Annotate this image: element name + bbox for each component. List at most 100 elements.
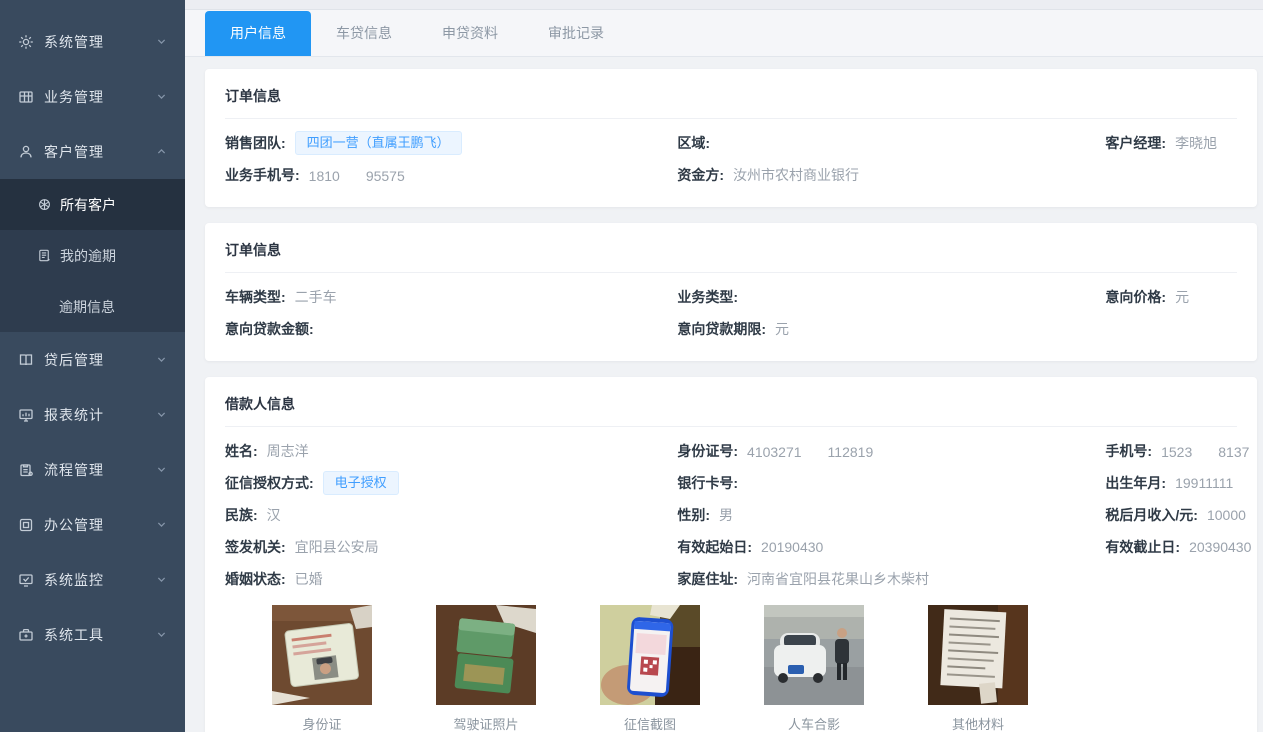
customer-manager-value: 李晓旭 bbox=[1175, 133, 1217, 153]
sidebar-item-label: 客户管理 bbox=[44, 142, 104, 162]
photo-item: 驾驶证照片 bbox=[436, 605, 536, 732]
region-label: 区域: bbox=[677, 133, 710, 153]
chevron-down-icon bbox=[156, 36, 167, 47]
sidebar: 系统管理 业务管理 客户管理 所有客户 bbox=[0, 0, 185, 732]
notebook-icon bbox=[37, 248, 52, 263]
photo-caption: 驾驶证照片 bbox=[436, 714, 536, 732]
loan-term-label: 意向贷款期限: bbox=[677, 319, 766, 339]
marital-status-value: 已婚 bbox=[295, 569, 323, 589]
loan-amount-label: 意向贷款金额: bbox=[225, 319, 314, 339]
sidebar-item-label: 系统监控 bbox=[44, 570, 104, 590]
sidebar-item-label: 所有客户 bbox=[60, 195, 116, 215]
issuing-authority-value: 宜阳县公安局 bbox=[295, 537, 379, 557]
customer-management-submenu: 所有客户 我的逾期 逾期信息 bbox=[0, 179, 185, 332]
gender-label: 性别: bbox=[677, 505, 710, 525]
id-card-photo[interactable] bbox=[272, 605, 372, 705]
bank-card-label: 银行卡号: bbox=[677, 473, 738, 493]
vehicle-type-value: 二手车 bbox=[295, 287, 337, 307]
chevron-down-icon bbox=[156, 464, 167, 475]
tab-car-loan-info[interactable]: 车贷信息 bbox=[311, 11, 417, 56]
sidebar-item-label: 系统工具 bbox=[44, 625, 104, 645]
phone-label: 手机号: bbox=[1105, 441, 1152, 461]
sidebar-item-customer-management[interactable]: 客户管理 bbox=[0, 124, 185, 179]
income-value: 10000 bbox=[1207, 507, 1246, 523]
business-type-label: 业务类型: bbox=[677, 287, 738, 307]
photo-caption: 人车合影 bbox=[764, 714, 864, 732]
chevron-down-icon bbox=[156, 409, 167, 420]
name-label: 姓名: bbox=[225, 441, 258, 461]
square-in-square-icon bbox=[18, 517, 34, 533]
phone-value: 15238137 bbox=[1161, 443, 1249, 460]
section-title: 订单信息 bbox=[225, 240, 1237, 273]
business-phone-value: 181095575 bbox=[309, 167, 405, 184]
document-photos: 身份证 驾驶证照片 bbox=[272, 605, 1237, 732]
loan-term-value: 元 bbox=[775, 319, 789, 339]
sidebar-item-report-statistics[interactable]: 报表统计 bbox=[0, 387, 185, 442]
toolbox-icon bbox=[18, 627, 34, 643]
sidebar-item-label: 逾期信息 bbox=[59, 297, 115, 317]
content-area: 订单信息 销售团队: 四团一营（直属王鹏飞） 区域: 客户经理: 李晓旭 bbox=[185, 57, 1263, 732]
sidebar-item-overdue-info[interactable]: 逾期信息 bbox=[0, 281, 185, 332]
name-value: 周志洋 bbox=[267, 441, 309, 461]
credit-auth-tag: 电子授权 bbox=[323, 471, 399, 495]
valid-to-label: 有效截止日: bbox=[1105, 537, 1180, 557]
person-car-photo[interactable] bbox=[764, 605, 864, 705]
tab-user-info[interactable]: 用户信息 bbox=[205, 11, 311, 56]
chevron-up-icon bbox=[156, 146, 167, 157]
sidebar-item-label: 流程管理 bbox=[44, 460, 104, 480]
birth-date-value: 19911111 bbox=[1175, 475, 1233, 491]
sidebar-item-label: 报表统计 bbox=[44, 405, 104, 425]
photo-item: 征信截图 bbox=[600, 605, 700, 732]
photo-item: 其他材料 bbox=[928, 605, 1028, 732]
main-area: 用户信息 车贷信息 申贷资料 审批记录 订单信息 销售团队: 四团一营（直属王鹏… bbox=[185, 0, 1263, 732]
issuing-authority-label: 签发机关: bbox=[225, 537, 286, 557]
green-booklet-photo[interactable] bbox=[436, 605, 536, 705]
funder-value: 汝州市农村商业银行 bbox=[733, 165, 859, 185]
book-icon bbox=[18, 352, 34, 368]
sidebar-item-label: 我的逾期 bbox=[60, 246, 116, 266]
sidebar-item-all-customers[interactable]: 所有客户 bbox=[0, 179, 185, 230]
detail-tabs: 用户信息 车贷信息 申贷资料 审批记录 bbox=[185, 10, 1263, 57]
intent-price-label: 意向价格: bbox=[1105, 287, 1166, 307]
phone-qr-photo[interactable] bbox=[600, 605, 700, 705]
sidebar-item-my-overdue[interactable]: 我的逾期 bbox=[0, 230, 185, 281]
section-title: 订单信息 bbox=[225, 86, 1237, 119]
borrower-info-card: 借款人信息 姓名: 周志洋 身份证号: 4103271112819 手机号: 1… bbox=[205, 377, 1257, 732]
sidebar-item-system-monitor[interactable]: 系统监控 bbox=[0, 552, 185, 607]
id-number-value: 4103271112819 bbox=[747, 443, 873, 460]
paper-document-photo[interactable] bbox=[928, 605, 1028, 705]
income-label: 税后月收入/元: bbox=[1105, 505, 1198, 525]
home-address-label: 家庭住址: bbox=[677, 569, 738, 589]
business-phone-label: 业务手机号: bbox=[225, 165, 300, 185]
sidebar-item-system-tools[interactable]: 系统工具 bbox=[0, 607, 185, 662]
censored-digits bbox=[340, 167, 366, 181]
intent-price-value: 元 bbox=[1175, 287, 1189, 307]
photo-caption: 身份证 bbox=[272, 714, 372, 732]
monitor-chart-icon bbox=[18, 407, 34, 423]
birth-date-label: 出生年月: bbox=[1105, 473, 1166, 493]
photo-caption: 征信截图 bbox=[600, 714, 700, 732]
tab-loan-application-docs[interactable]: 申贷资料 bbox=[417, 11, 523, 56]
valid-to-value: 20390430 bbox=[1189, 539, 1251, 555]
gear-icon bbox=[18, 34, 34, 50]
tab-approval-records[interactable]: 审批记录 bbox=[523, 11, 629, 56]
valid-from-label: 有效起始日: bbox=[677, 537, 752, 557]
censored-digits bbox=[802, 443, 828, 457]
sidebar-item-label: 贷后管理 bbox=[44, 350, 104, 370]
sidebar-item-business-management[interactable]: 业务管理 bbox=[0, 69, 185, 124]
monitor-check-icon bbox=[18, 572, 34, 588]
photo-item: 人车合影 bbox=[764, 605, 864, 732]
chevron-down-icon bbox=[156, 519, 167, 530]
ethnicity-value: 汉 bbox=[267, 505, 281, 525]
chevron-down-icon bbox=[156, 91, 167, 102]
id-number-label: 身份证号: bbox=[677, 441, 738, 461]
clipboard-icon bbox=[18, 462, 34, 478]
sidebar-item-system-management[interactable]: 系统管理 bbox=[0, 14, 185, 69]
sidebar-item-process-management[interactable]: 流程管理 bbox=[0, 442, 185, 497]
top-strip bbox=[185, 0, 1263, 10]
sidebar-item-post-loan-management[interactable]: 贷后管理 bbox=[0, 332, 185, 387]
customer-manager-label: 客户经理: bbox=[1105, 133, 1166, 153]
home-address-value: 河南省宜阳县花果山乡木柴村 bbox=[747, 569, 929, 589]
sidebar-item-office-management[interactable]: 办公管理 bbox=[0, 497, 185, 552]
funder-label: 资金方: bbox=[677, 165, 724, 185]
